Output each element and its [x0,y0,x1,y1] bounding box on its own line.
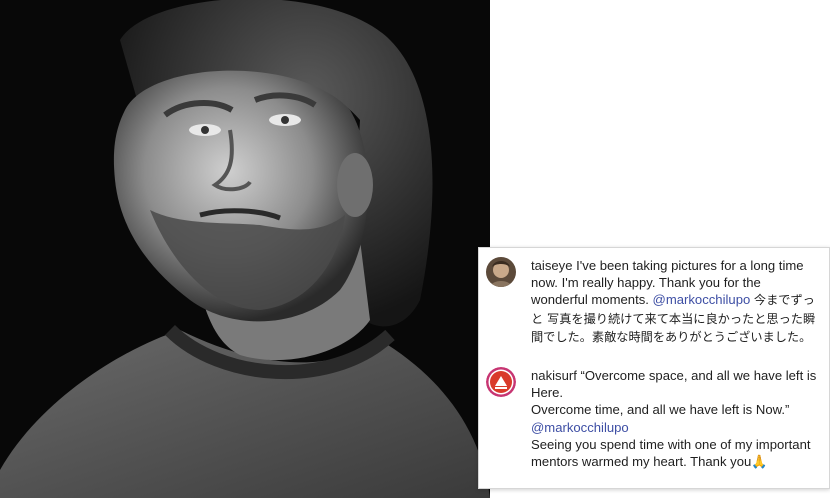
comment-username[interactable]: nakisurf [531,368,577,383]
comment-username[interactable]: taiseye [531,258,573,273]
comment-quote-line2: Overcome time, and all we have left is N… [531,402,790,418]
comments-card: taiseye I've been taking pictures for a … [478,247,830,489]
comment-text: nakisurf “Overcome space, and all we hav… [531,367,817,470]
mention-link[interactable]: @markocchilupo [531,419,817,436]
mention-link[interactable]: @markocchilupo [653,292,751,307]
avatar[interactable] [486,367,516,397]
comment-body: Seeing you spend time with one of my imp… [531,436,811,470]
folded-hands-icon: 🙏 [751,454,768,470]
avatar[interactable] [486,257,516,287]
portrait-photo [0,0,490,498]
comment-text: taiseye I've been taking pictures for a … [531,257,817,346]
